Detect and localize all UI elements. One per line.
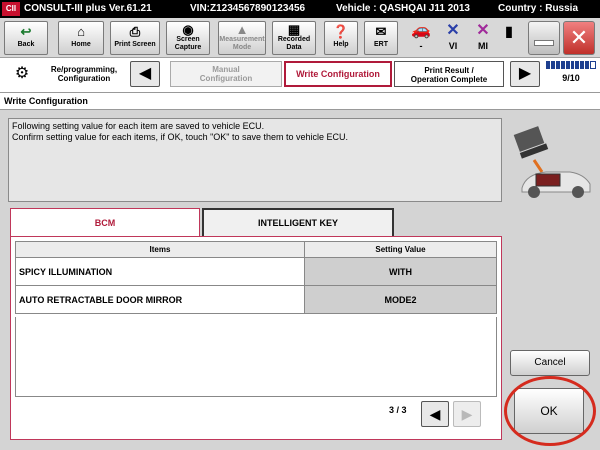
mi-status[interactable]: ✕ MI <box>468 21 498 55</box>
main-area: Following setting value for each item ar… <box>0 110 600 450</box>
reprogramming-icon: ⚙ <box>14 65 30 82</box>
mi-cross-icon: ✕ <box>476 22 490 39</box>
minimize-icon <box>534 40 554 46</box>
close-button[interactable]: ✕ <box>563 21 595 55</box>
tab-bcm[interactable]: BCM <box>10 208 200 236</box>
vi-status[interactable]: ✕ VI <box>438 21 468 55</box>
vehicle-connection-button[interactable]: 🚗 - <box>404 21 438 55</box>
chevron-right-icon: ▶ <box>518 65 532 82</box>
chevron-left-icon: ◀ <box>138 65 152 82</box>
row-item: AUTO RETRACTABLE DOOR MIRROR <box>16 286 305 313</box>
back-button[interactable]: ↩ Back <box>4 21 48 55</box>
page-prev-button[interactable]: ◀ <box>421 401 449 427</box>
progress-cell <box>585 61 590 69</box>
step-write-configuration: Write Configuration <box>284 61 392 87</box>
progress-cell <box>550 61 555 69</box>
message-line-2: Confirm setting value for each items, if… <box>12 132 349 142</box>
progress-cell <box>565 61 570 69</box>
configuration-panel: Items Setting Value SPICY ILLUMINATION W… <box>10 236 502 440</box>
progress-cell <box>560 61 565 69</box>
row-value: WITH <box>305 258 496 285</box>
printer-icon: ⎙ <box>129 24 141 39</box>
app-title: CONSULT-III plus Ver.61.21 <box>24 3 152 14</box>
camera-icon: ◉ <box>182 22 194 37</box>
progress-cell <box>580 61 585 69</box>
nav-back-button[interactable]: ◀ <box>130 61 160 87</box>
chevron-right-icon: ▶ <box>461 406 473 422</box>
step-reprogramming: Re/programming, Configuration <box>50 65 118 83</box>
recorded-data-icon: ▦ <box>287 22 301 37</box>
page-next-button[interactable]: ▶ <box>453 401 481 427</box>
vi-cross-icon: ✕ <box>446 22 460 39</box>
chevron-left-icon: ◀ <box>429 406 441 422</box>
tab-intelligent-key[interactable]: INTELLIGENT KEY <box>202 208 394 236</box>
vehicle-text: Vehicle : QASHQAI J11 2013 <box>336 3 470 14</box>
measurement-mode-button[interactable]: ▲ Measurement Mode <box>218 21 266 55</box>
step-progress: 9/10 <box>546 61 597 89</box>
header-setting-value: Setting Value <box>375 245 426 254</box>
title-bar: CII CONSULT-III plus Ver.61.21 VIN:Z1234… <box>0 0 600 18</box>
measurement-icon: ▲ <box>235 22 249 37</box>
nav-next-button[interactable]: ▶ <box>510 61 540 87</box>
table-row[interactable]: AUTO RETRACTABLE DOOR MIRROR MODE2 <box>15 286 497 314</box>
ok-highlight-ring <box>504 376 596 446</box>
progress-cell <box>570 61 575 69</box>
progress-text: 9/10 <box>562 73 580 83</box>
car-icon: 🚗 <box>411 22 431 39</box>
header-items: Items <box>16 242 305 257</box>
vin-text: VIN:Z1234567890123456 <box>190 3 306 14</box>
table-header: Items Setting Value <box>15 241 497 258</box>
breadcrumb: ⚙ Re/programming, Configuration ◀ Manual C… <box>0 59 600 91</box>
ecu-car-illustration-icon <box>513 126 591 198</box>
settings-table: Items Setting Value SPICY ILLUMINATION W… <box>15 241 497 314</box>
cancel-button[interactable]: Cancel <box>510 350 590 376</box>
step-print-result: Print Result / Operation Complete <box>394 61 504 87</box>
toolbar: ↩ Back ⌂ Home ⎙ Print Screen ◉ Screen Ca… <box>0 18 600 58</box>
page-indicator: 3 / 3 <box>389 405 407 415</box>
minimize-button[interactable] <box>528 21 560 55</box>
progress-cell <box>555 61 560 69</box>
back-arrow-icon: ↩ <box>20 24 32 39</box>
step-manual-configuration: Manual Configuration <box>170 61 282 87</box>
instruction-message: Following setting value for each item ar… <box>8 118 502 202</box>
home-button[interactable]: ⌂ Home <box>58 21 104 55</box>
progress-cell <box>575 61 580 69</box>
help-icon: ❓ <box>332 24 350 39</box>
ert-button[interactable]: ✉ ERT <box>364 21 398 55</box>
consult-logo-icon: CII <box>2 2 20 16</box>
ert-icon: ✉ <box>375 24 387 39</box>
help-button[interactable]: ❓ Help <box>324 21 358 55</box>
recorded-data-button[interactable]: ▦ Recorded Data <box>272 21 316 55</box>
print-screen-button[interactable]: ⎙ Print Screen <box>110 21 160 55</box>
progress-bar <box>546 61 597 69</box>
home-icon: ⌂ <box>77 24 85 39</box>
progress-cell <box>546 61 550 69</box>
country-text: Country : Russia <box>498 3 579 14</box>
screen-capture-button[interactable]: ◉ Screen Capture <box>166 21 210 55</box>
page-title: Write Configuration <box>0 92 600 110</box>
progress-cell <box>590 61 597 69</box>
table-empty-area <box>15 317 497 397</box>
row-value: MODE2 <box>305 286 496 313</box>
battery-icon: ▮ <box>505 23 513 39</box>
close-icon: ✕ <box>569 25 589 50</box>
table-row[interactable]: SPICY ILLUMINATION WITH <box>15 258 497 286</box>
row-item: SPICY ILLUMINATION <box>16 258 305 285</box>
message-line-1: Following setting value for each item ar… <box>12 121 265 131</box>
